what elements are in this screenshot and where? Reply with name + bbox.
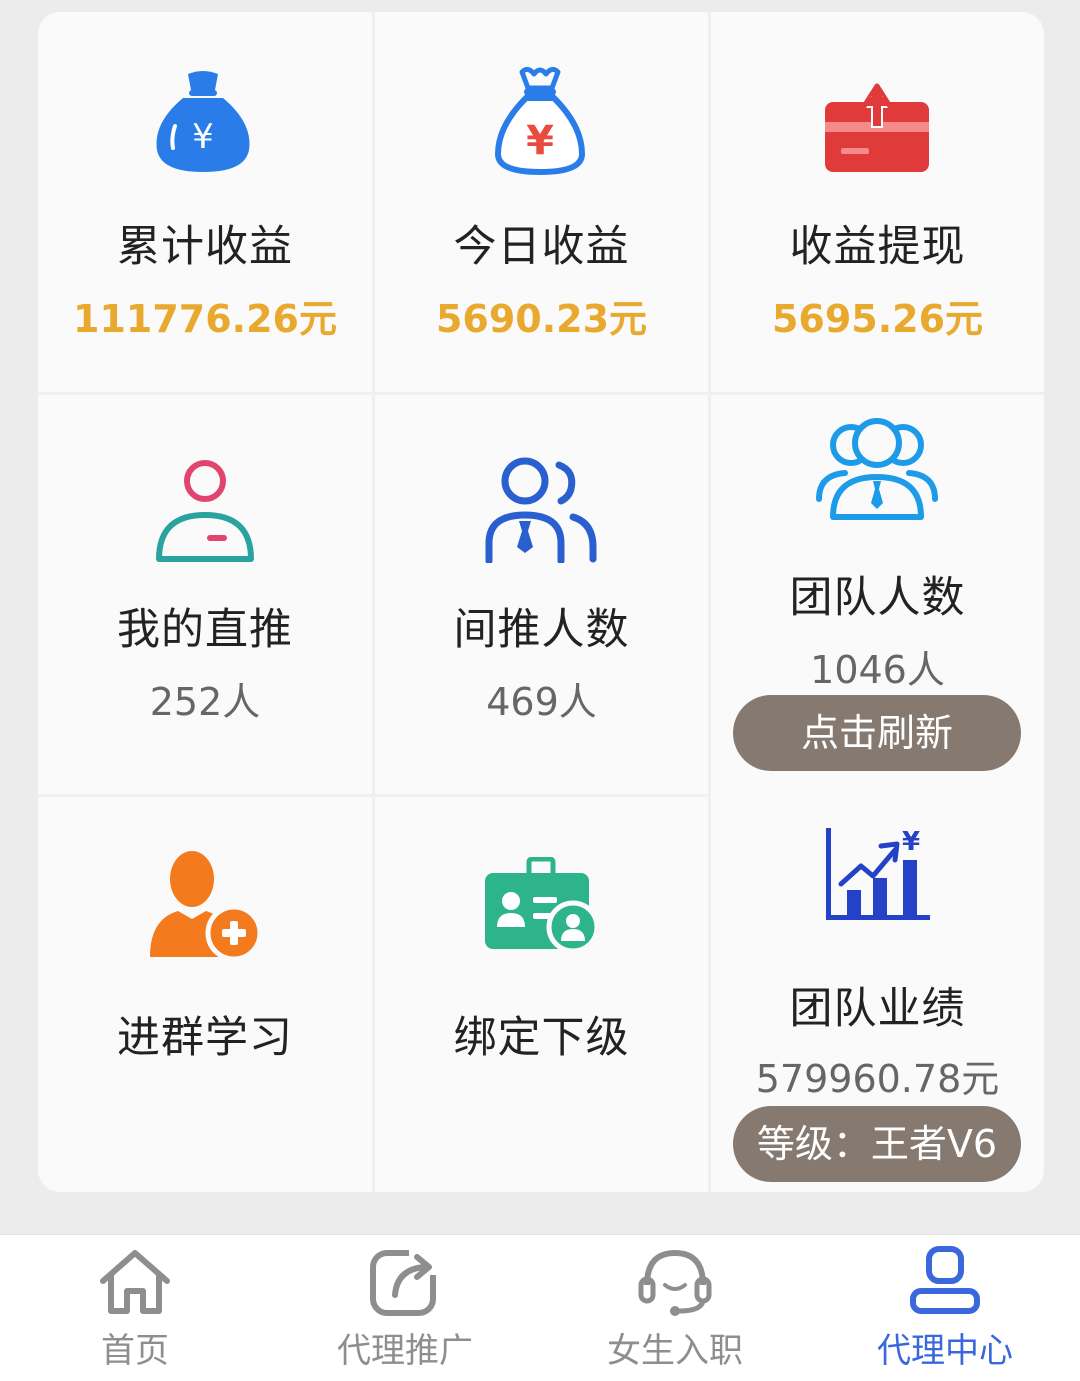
withdraw-value: 5695.26元 — [771, 297, 984, 341]
direct-referrals-cell[interactable]: 我的直推 252人 — [38, 395, 372, 794]
bind-subordinate-cell[interactable]: 绑定下级 — [375, 797, 708, 1192]
withdraw-label: 收益提现 — [789, 222, 966, 272]
team-performance-value: 579960.78元 — [755, 1057, 1000, 1101]
direct-referrals-value: 252人 — [149, 680, 261, 724]
indirect-referrals-cell[interactable]: 间推人数 469人 — [375, 395, 708, 794]
users-icon — [485, 457, 597, 563]
tab-girls-onboarding-label: 女生入职 — [607, 1331, 743, 1371]
share-icon — [370, 1247, 439, 1316]
team-size-label: 团队人数 — [789, 573, 966, 623]
svg-text:¥: ¥ — [192, 117, 214, 157]
team-size-cell[interactable]: 团队人数 1046人 点击刷新 — [711, 395, 1044, 795]
total-earnings-value: 111776.26元 — [73, 297, 337, 341]
team-performance-cell[interactable]: ¥ 团队业绩 579960.78元 等级：王者V6 — [711, 798, 1044, 1192]
home-icon — [100, 1250, 170, 1314]
add-user-icon — [150, 851, 262, 961]
bind-subordinate-label: 绑定下级 — [453, 1013, 630, 1063]
indirect-referrals-label: 间推人数 — [453, 605, 630, 655]
withdraw-card-icon — [825, 83, 929, 172]
join-group-label: 进群学习 — [117, 1013, 293, 1063]
user-icon — [156, 460, 254, 562]
tab-agent-center-label: 代理中心 — [877, 1331, 1013, 1371]
id-card-icon — [485, 857, 600, 953]
yuan-bag-icon: ¥ — [494, 66, 586, 176]
tab-agent-promotion[interactable]: 代理推广 — [270, 1235, 540, 1381]
today-earnings-label: 今日收益 — [453, 222, 630, 272]
user-center-icon — [910, 1246, 980, 1314]
team-icon — [816, 418, 938, 520]
tab-home[interactable]: 首页 — [0, 1235, 270, 1381]
bottom-tab-bar: 首页 代理推广 女生入职 代理中心 — [0, 1234, 1080, 1381]
team-performance-label: 团队业绩 — [789, 984, 966, 1034]
join-group-cell[interactable]: 进群学习 — [38, 797, 372, 1192]
today-earnings-value: 5690.23元 — [435, 297, 648, 341]
tab-home-label: 首页 — [101, 1331, 169, 1371]
dashboard-card: ¥ 累计收益 111776.26元 ¥ 今日收益 5690.23元 收益提现 5… — [38, 12, 1044, 1192]
headset-icon — [638, 1249, 712, 1316]
growth-chart-icon: ¥ — [826, 827, 930, 920]
total-earnings-label: 累计收益 — [117, 222, 293, 272]
refresh-button[interactable]: 点击刷新 — [733, 695, 1021, 771]
withdraw-cell[interactable]: 收益提现 5695.26元 — [711, 12, 1044, 392]
svg-text:¥: ¥ — [902, 827, 920, 857]
direct-referrals-label: 我的直推 — [117, 605, 293, 655]
total-earnings-cell[interactable]: ¥ 累计收益 111776.26元 — [38, 12, 372, 392]
team-size-value: 1046人 — [810, 648, 945, 692]
money-bag-icon: ¥ — [156, 71, 250, 172]
level-badge: 等级：王者V6 — [733, 1106, 1021, 1182]
indirect-referrals-value: 469人 — [486, 680, 597, 724]
tab-agent-promotion-label: 代理推广 — [337, 1331, 473, 1371]
tab-agent-center[interactable]: 代理中心 — [810, 1235, 1080, 1381]
svg-text:¥: ¥ — [526, 118, 554, 164]
today-earnings-cell[interactable]: ¥ 今日收益 5690.23元 — [375, 12, 708, 392]
tab-girls-onboarding[interactable]: 女生入职 — [540, 1235, 810, 1381]
